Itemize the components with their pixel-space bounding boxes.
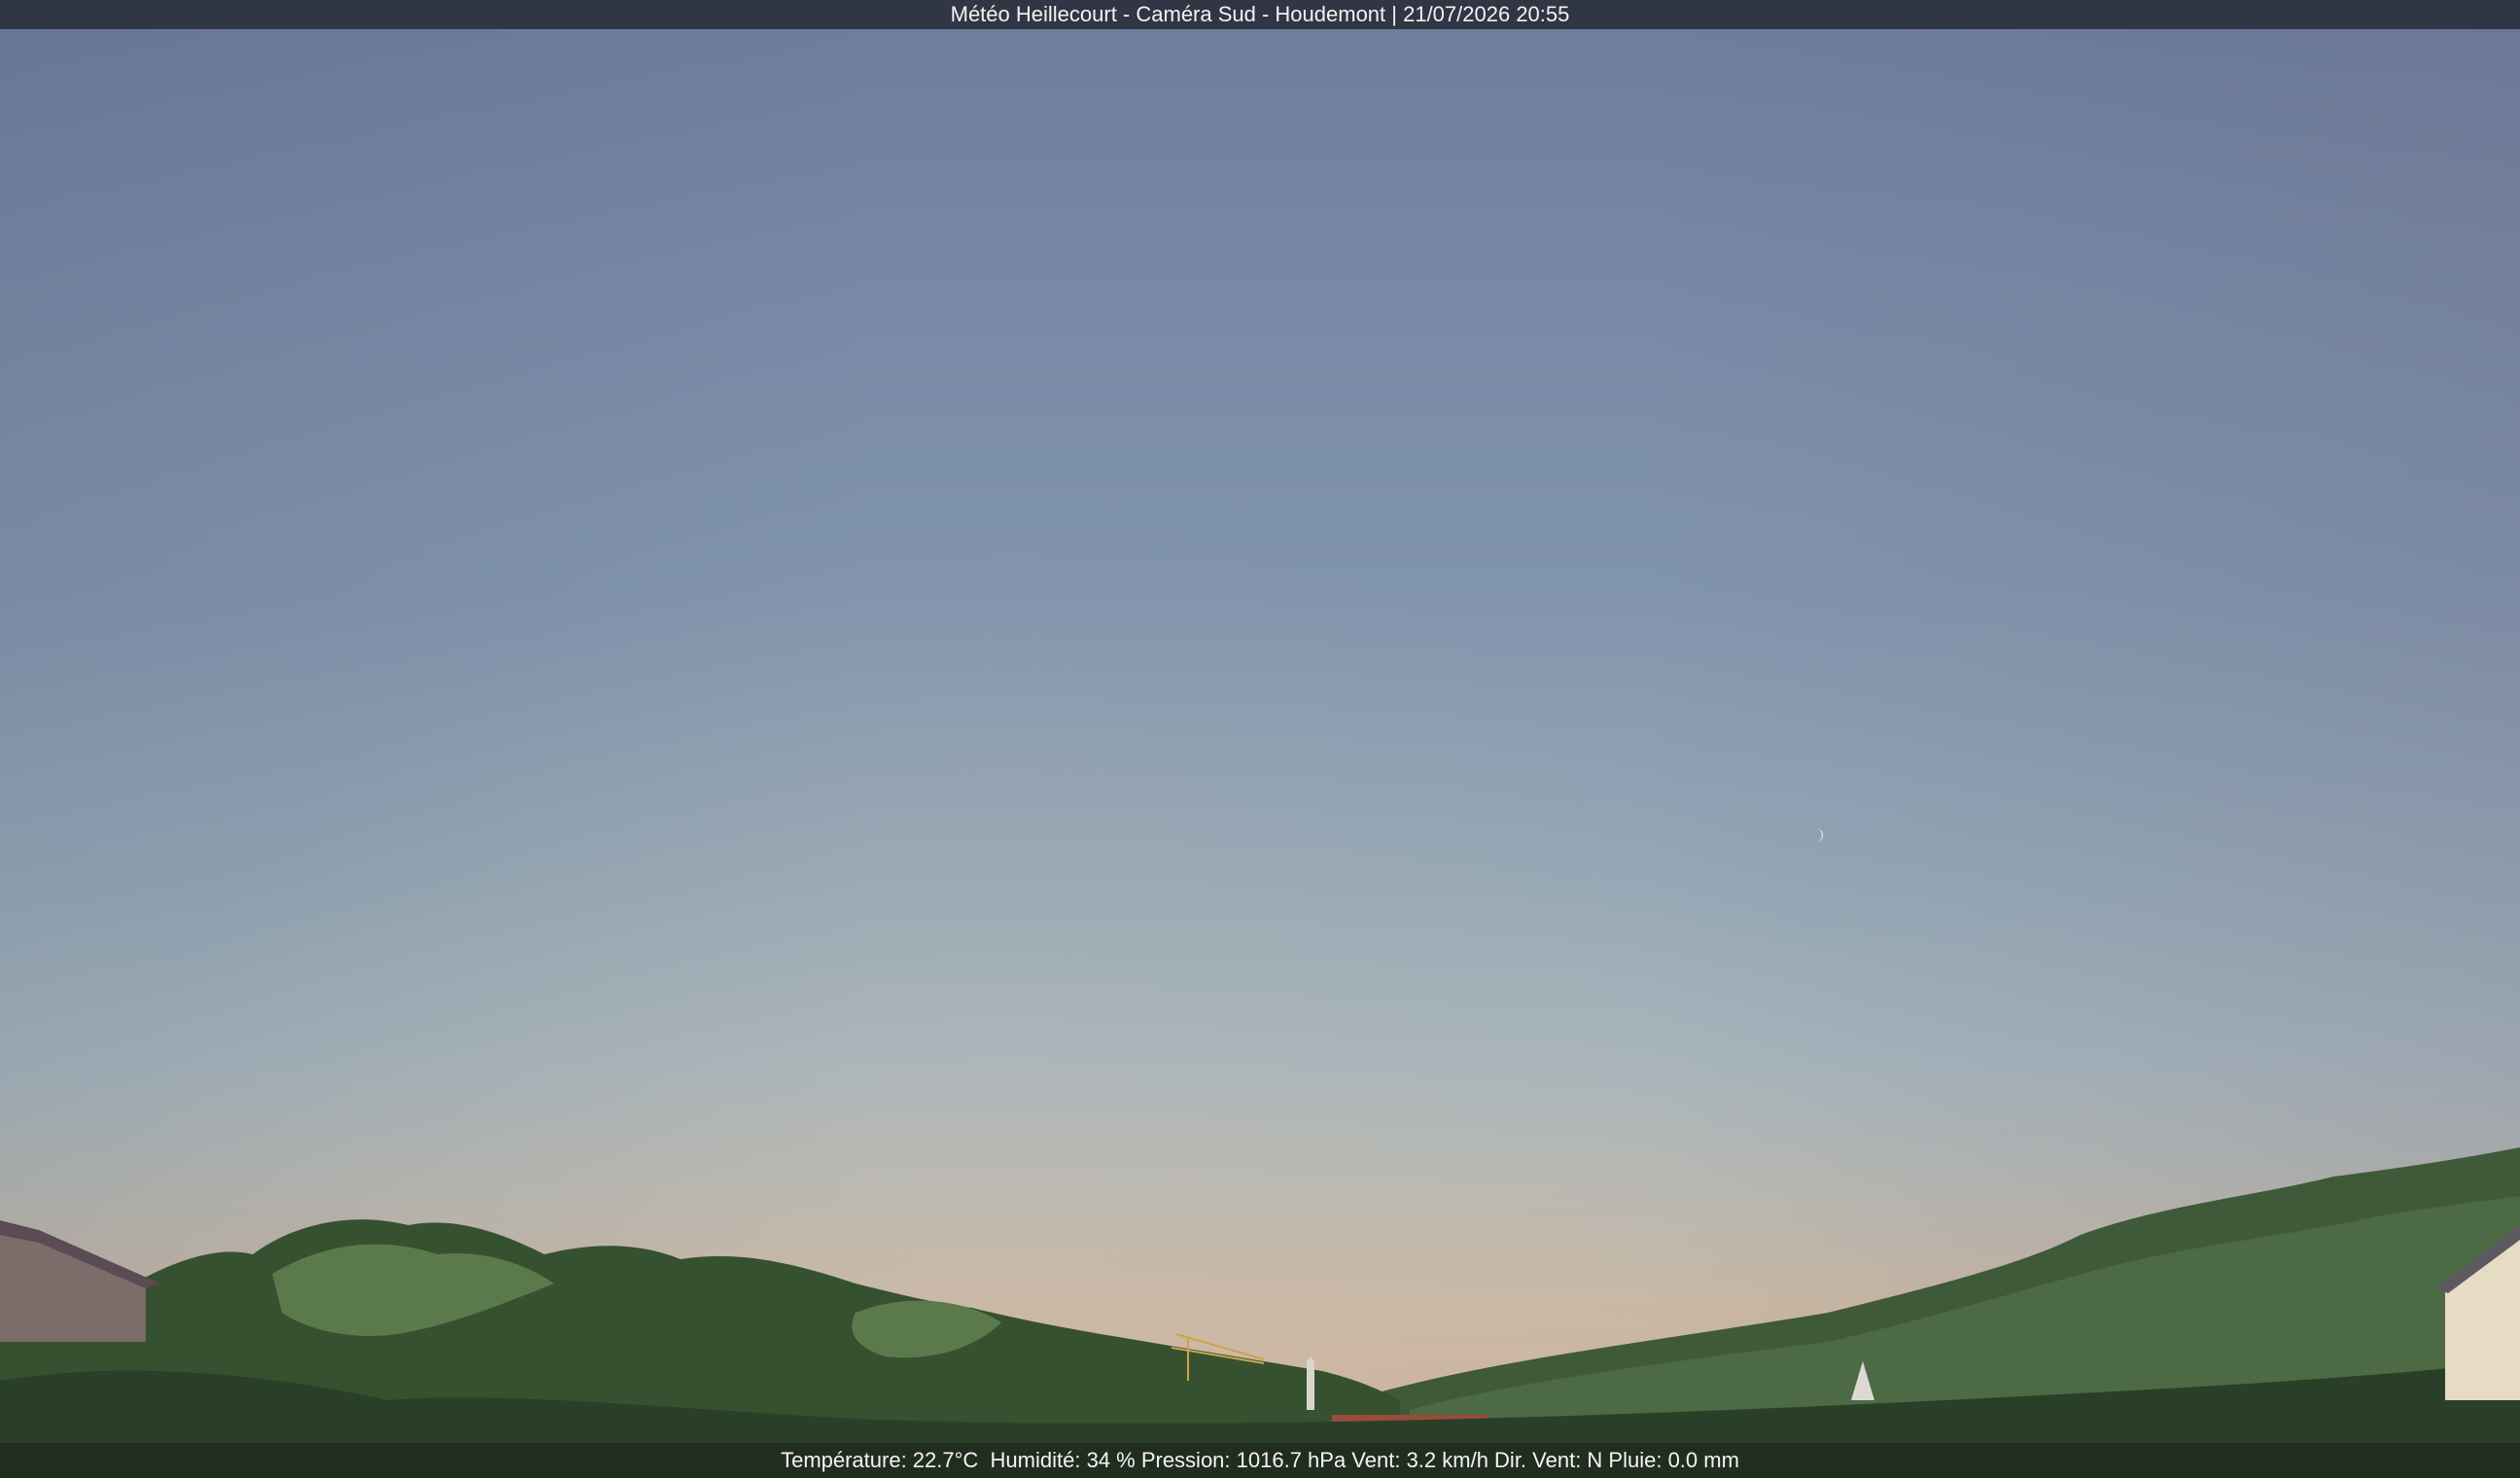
church-spire-icon (1307, 1356, 1314, 1410)
landscape (0, 1147, 2520, 1478)
camera-title: Météo Heillecourt - Caméra Sud - Houdemo… (0, 0, 2520, 29)
weather-status: Température: 22.7°C Humidité: 34 % Press… (0, 1443, 2520, 1478)
left-house (0, 1225, 146, 1342)
webcam-frame: Météo Heillecourt - Caméra Sud - Houdemo… (0, 0, 2520, 1478)
